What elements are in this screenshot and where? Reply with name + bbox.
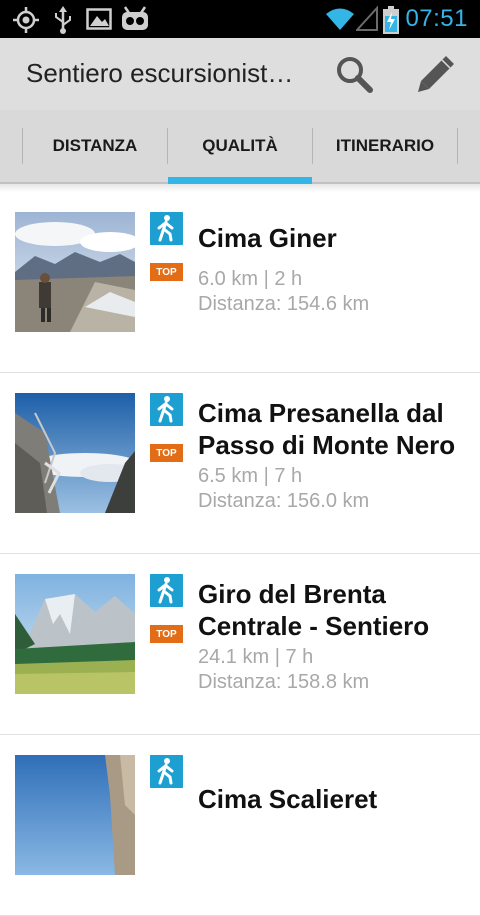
top-badge: TOP: [150, 263, 183, 281]
signal-icon: [356, 6, 378, 31]
list-item[interactable]: TOP Cima Presanella dal Passo di Monte N…: [0, 373, 480, 554]
hiking-icon: [150, 574, 183, 607]
pencil-icon[interactable]: [414, 52, 458, 96]
route-title: Giro del Brenta Centrale - Sentiero: [198, 579, 430, 641]
list-item[interactable]: TOP Giro del Brenta Centrale - Sentiero …: [0, 554, 480, 735]
list-item[interactable]: TOP Cima Giner 6.0 km | 2 h Distanza: 15…: [0, 192, 480, 373]
search-icon[interactable]: [332, 52, 376, 96]
route-length-time: 24.1 km | 7 h: [198, 646, 314, 668]
hiking-icon: [150, 212, 183, 245]
route-title: Cima Giner: [198, 223, 337, 253]
usb-icon: [55, 6, 71, 34]
route-distance: Distanza: 154.6 km: [198, 293, 370, 315]
wifi-icon: [326, 8, 354, 30]
route-photo: [15, 212, 135, 332]
app-title: Sentiero escursionist…: [26, 58, 294, 88]
hiking-icon: [150, 393, 183, 426]
top-badge: TOP: [150, 444, 183, 462]
list-item[interactable]: Cima Scalieret: [0, 735, 480, 916]
android-mascot-icon: [122, 6, 148, 30]
tab-divider: [457, 128, 458, 164]
gps-icon: [13, 7, 39, 33]
route-photo: [15, 755, 135, 875]
tab-bar: DISTANZA QUALITÀ ITINERARIO: [0, 110, 480, 184]
top-badge: TOP: [150, 625, 183, 643]
route-length-time: 6.5 km | 7 h: [198, 465, 303, 487]
route-distance: Distanza: 156.0 km: [198, 490, 370, 512]
route-title: Cima Scalieret: [198, 784, 378, 814]
route-length-time: 6.0 km | 2 h: [198, 268, 303, 290]
tab-distanza[interactable]: DISTANZA: [23, 110, 167, 182]
selected-tab-indicator: [168, 177, 312, 184]
route-list[interactable]: TOP Cima Giner 6.0 km | 2 h Distanza: 15…: [0, 192, 480, 916]
tab-itinerario[interactable]: ITINERARIO: [313, 110, 457, 182]
status-bar: 07:51: [0, 0, 480, 38]
action-bar: Sentiero escursionist…: [0, 38, 480, 111]
battery-charging-icon: [383, 6, 399, 34]
picture-icon: [86, 8, 112, 30]
route-distance: Distanza: 158.8 km: [198, 671, 370, 693]
tab-qualita[interactable]: QUALITÀ: [168, 110, 312, 182]
route-title: Cima Presanella dal Passo di Monte Nero: [198, 398, 456, 460]
hiking-icon: [150, 755, 183, 788]
route-photo: [15, 574, 135, 694]
clock: 07:51: [405, 5, 468, 32]
tab-shadow: [0, 184, 480, 192]
route-photo: [15, 393, 135, 513]
